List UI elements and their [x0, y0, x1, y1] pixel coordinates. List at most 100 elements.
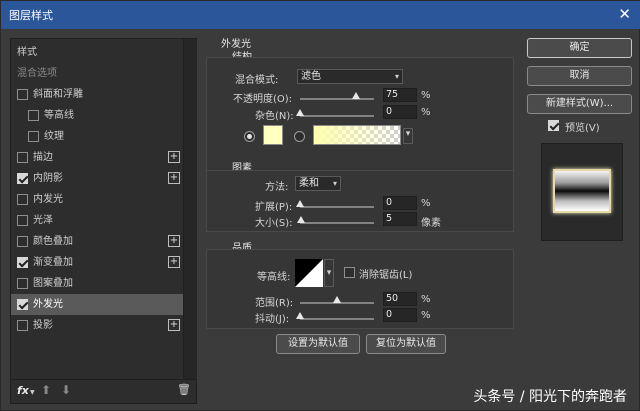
opacity-input[interactable]: 75: [383, 88, 417, 102]
style-list-item[interactable]: 投影 +: [11, 315, 183, 336]
style-list-item[interactable]: 纹理: [11, 126, 183, 147]
style-checkbox[interactable]: [17, 173, 28, 184]
reset-default-button[interactable]: 复位为默认值: [366, 334, 446, 354]
style-list-label: 纹理: [44, 131, 64, 142]
style-list-label: 图案叠加: [33, 278, 73, 289]
style-list-item[interactable]: 样式: [11, 42, 183, 63]
list-scrollbar[interactable]: [183, 39, 197, 379]
preview-frame: [541, 143, 623, 241]
contour-preview[interactable]: [295, 259, 323, 287]
glow-color-swatch[interactable]: [263, 125, 283, 145]
style-list-label: 内发光: [33, 194, 63, 205]
structure-group: 混合模式: 滤色 ▾ 不透明度(O): 75 % 杂色(N): 0 % ▾: [206, 57, 514, 179]
style-list-item[interactable]: 混合选项: [11, 63, 183, 84]
style-checkbox[interactable]: [17, 152, 28, 163]
opacity-slider-knob[interactable]: [351, 92, 360, 99]
trash-icon[interactable]: 🗑: [177, 383, 191, 396]
blend-mode-select[interactable]: 滤色 ▾: [297, 69, 403, 84]
size-label: 大小(S):: [255, 218, 293, 229]
style-list-item[interactable]: 等高线: [11, 105, 183, 126]
style-list-label: 外发光: [33, 299, 63, 310]
spread-slider[interactable]: [300, 206, 374, 208]
make-default-button[interactable]: 设置为默认值: [276, 334, 360, 354]
antialias-checkbox[interactable]: [344, 267, 355, 278]
jitter-slider-knob[interactable]: [296, 312, 304, 319]
style-list-label: 渐变叠加: [33, 257, 73, 268]
style-checkbox[interactable]: [17, 299, 28, 310]
noise-input[interactable]: 0: [383, 105, 417, 119]
range-unit: %: [421, 294, 431, 305]
style-checkbox[interactable]: [28, 131, 39, 142]
preview-label: 预览(V): [565, 123, 600, 134]
style-list-item[interactable]: 外发光: [11, 294, 183, 315]
cancel-button[interactable]: 取消: [527, 66, 632, 86]
noise-slider-knob[interactable]: [296, 109, 304, 116]
list-toolbar: fx ▼ ⬆ ⬇ 🗑: [11, 379, 196, 403]
size-slider[interactable]: [300, 222, 374, 224]
spread-unit: %: [421, 198, 431, 209]
antialias-label: 消除锯齿(L): [359, 270, 413, 281]
method-select[interactable]: 柔和 ▾: [295, 176, 341, 191]
jitter-slider[interactable]: [300, 318, 374, 320]
style-list-label: 投影: [33, 320, 53, 331]
elements-group: 方法: 柔和 ▾ 扩展(P): 0 % 大小(S): 5 像素: [206, 170, 514, 232]
close-icon[interactable]: ✕: [618, 5, 631, 23]
style-list-item[interactable]: 描边 +: [11, 147, 183, 168]
style-list-item[interactable]: 图案叠加: [11, 273, 183, 294]
size-input[interactable]: 5: [383, 212, 417, 226]
size-slider-knob[interactable]: [297, 216, 306, 223]
style-list-label: 内阴影: [33, 173, 63, 184]
style-list-item[interactable]: 内发光: [11, 189, 183, 210]
style-list-label: 颜色叠加: [33, 236, 73, 247]
fx-dropdown-icon[interactable]: ▼: [30, 389, 35, 396]
style-checkbox[interactable]: [17, 89, 28, 100]
layer-style-dialog: 图层样式 ✕ 样式 混合选项 斜面和浮雕 等高线纹理描边 + 内阴影 + 内发光光泽颜色叠加 +…: [0, 0, 640, 411]
style-list-item[interactable]: 光泽: [11, 210, 183, 231]
jitter-input[interactable]: 0: [383, 308, 417, 322]
gradient-dropdown-icon[interactable]: ▾: [403, 128, 413, 144]
color-radio[interactable]: [244, 131, 255, 142]
fx-button[interactable]: fx: [17, 384, 29, 397]
style-list-item[interactable]: 斜面和浮雕: [11, 84, 183, 105]
dialog-title: 图层样式: [9, 9, 53, 22]
add-effect-icon[interactable]: +: [168, 319, 180, 331]
method-value: 柔和: [299, 178, 319, 189]
style-checkbox[interactable]: [17, 257, 28, 268]
chevron-down-icon: ▾: [332, 179, 337, 188]
contour-label: 等高线:: [257, 272, 291, 283]
style-checkbox[interactable]: [17, 215, 28, 226]
ok-button[interactable]: 确定: [527, 38, 632, 58]
add-effect-icon[interactable]: +: [168, 256, 180, 268]
jitter-label: 抖动(J):: [255, 314, 290, 325]
style-list-item[interactable]: 内阴影 +: [11, 168, 183, 189]
style-checkbox[interactable]: [17, 194, 28, 205]
method-label: 方法:: [265, 182, 289, 193]
style-list-item[interactable]: 渐变叠加 +: [11, 252, 183, 273]
new-style-button[interactable]: 新建样式(W)...: [527, 94, 632, 114]
noise-slider[interactable]: [300, 115, 374, 117]
move-down-icon[interactable]: ⬇: [61, 383, 71, 397]
preview-checkbox[interactable]: [548, 120, 559, 131]
title-bar: 图层样式 ✕: [1, 1, 640, 29]
style-checkbox[interactable]: [17, 236, 28, 247]
blend-mode-value: 滤色: [301, 71, 321, 82]
spread-input[interactable]: 0: [383, 196, 417, 210]
style-checkbox[interactable]: [17, 320, 28, 331]
move-up-icon[interactable]: ⬆: [41, 383, 51, 397]
style-checkbox[interactable]: [28, 110, 39, 121]
range-slider-knob[interactable]: [333, 296, 341, 303]
chevron-down-icon: ▾: [394, 72, 399, 81]
spread-slider-knob[interactable]: [296, 200, 304, 207]
add-effect-icon[interactable]: +: [168, 235, 180, 247]
gradient-swatch[interactable]: [313, 125, 401, 145]
add-effect-icon[interactable]: +: [168, 172, 180, 184]
range-input[interactable]: 50: [383, 292, 417, 306]
gradient-radio[interactable]: [294, 131, 305, 142]
contour-dropdown-icon[interactable]: ▾: [324, 259, 334, 287]
style-list-item[interactable]: 颜色叠加 +: [11, 231, 183, 252]
quality-group: 等高线: ▾ 消除锯齿(L) 范围(R): 50 % 抖动(J): 0 %: [206, 249, 514, 329]
style-list-label: 描边: [33, 152, 53, 163]
add-effect-icon[interactable]: +: [168, 151, 180, 163]
style-checkbox[interactable]: [17, 278, 28, 289]
opacity-slider[interactable]: [300, 98, 374, 100]
